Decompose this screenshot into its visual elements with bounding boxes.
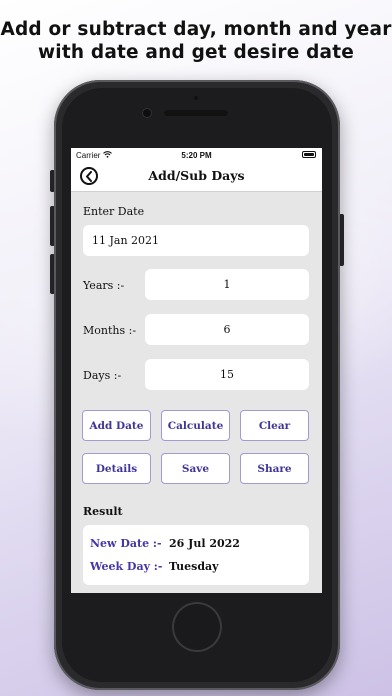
proximity-sensor bbox=[194, 96, 198, 100]
result-heading: Result bbox=[83, 505, 123, 518]
date-input[interactable]: 11 Jan 2021 bbox=[83, 225, 309, 256]
result-card: New Date :- 26 Jul 2022 Week Day :- Tues… bbox=[83, 525, 309, 585]
week-day-label: Week Day :- bbox=[90, 560, 163, 573]
page-title: Add/Sub Days bbox=[148, 168, 245, 183]
new-date-value: 26 Jul 2022 bbox=[169, 537, 240, 550]
front-camera bbox=[143, 109, 151, 117]
months-input[interactable]: 6 bbox=[145, 314, 309, 345]
promo-line-1: Add or subtract day, month and year bbox=[0, 19, 392, 40]
home-button[interactable] bbox=[174, 604, 220, 650]
share-button[interactable]: Share bbox=[240, 453, 309, 484]
status-time: 5:20 PM bbox=[181, 151, 212, 160]
status-bar: Carrier 5:20 PM bbox=[71, 148, 322, 162]
years-label: Years :- bbox=[83, 279, 125, 292]
battery-icon bbox=[302, 151, 316, 158]
months-label: Months :- bbox=[83, 324, 137, 337]
week-day-value: Tuesday bbox=[169, 560, 219, 573]
clear-button[interactable]: Clear bbox=[240, 410, 309, 441]
days-input[interactable]: 15 bbox=[145, 359, 309, 390]
details-button[interactable]: Details bbox=[82, 453, 151, 484]
enter-date-label: Enter Date bbox=[83, 205, 145, 218]
app-screen: Carrier 5:20 PM Add/Sub Days Enter Date … bbox=[71, 148, 322, 593]
save-button[interactable]: Save bbox=[161, 453, 230, 484]
navigation-bar: Add/Sub Days bbox=[71, 162, 322, 192]
years-input[interactable]: 1 bbox=[145, 269, 309, 300]
promo-headline: Add or subtract day, month and year with… bbox=[0, 18, 392, 64]
earpiece-speaker bbox=[164, 110, 228, 116]
calculate-button[interactable]: Calculate bbox=[161, 410, 230, 441]
new-date-label: New Date :- bbox=[90, 537, 162, 550]
days-label: Days :- bbox=[83, 369, 122, 382]
add-date-button[interactable]: Add Date bbox=[82, 410, 151, 441]
promo-line-2: with date and get desire date bbox=[37, 42, 355, 63]
